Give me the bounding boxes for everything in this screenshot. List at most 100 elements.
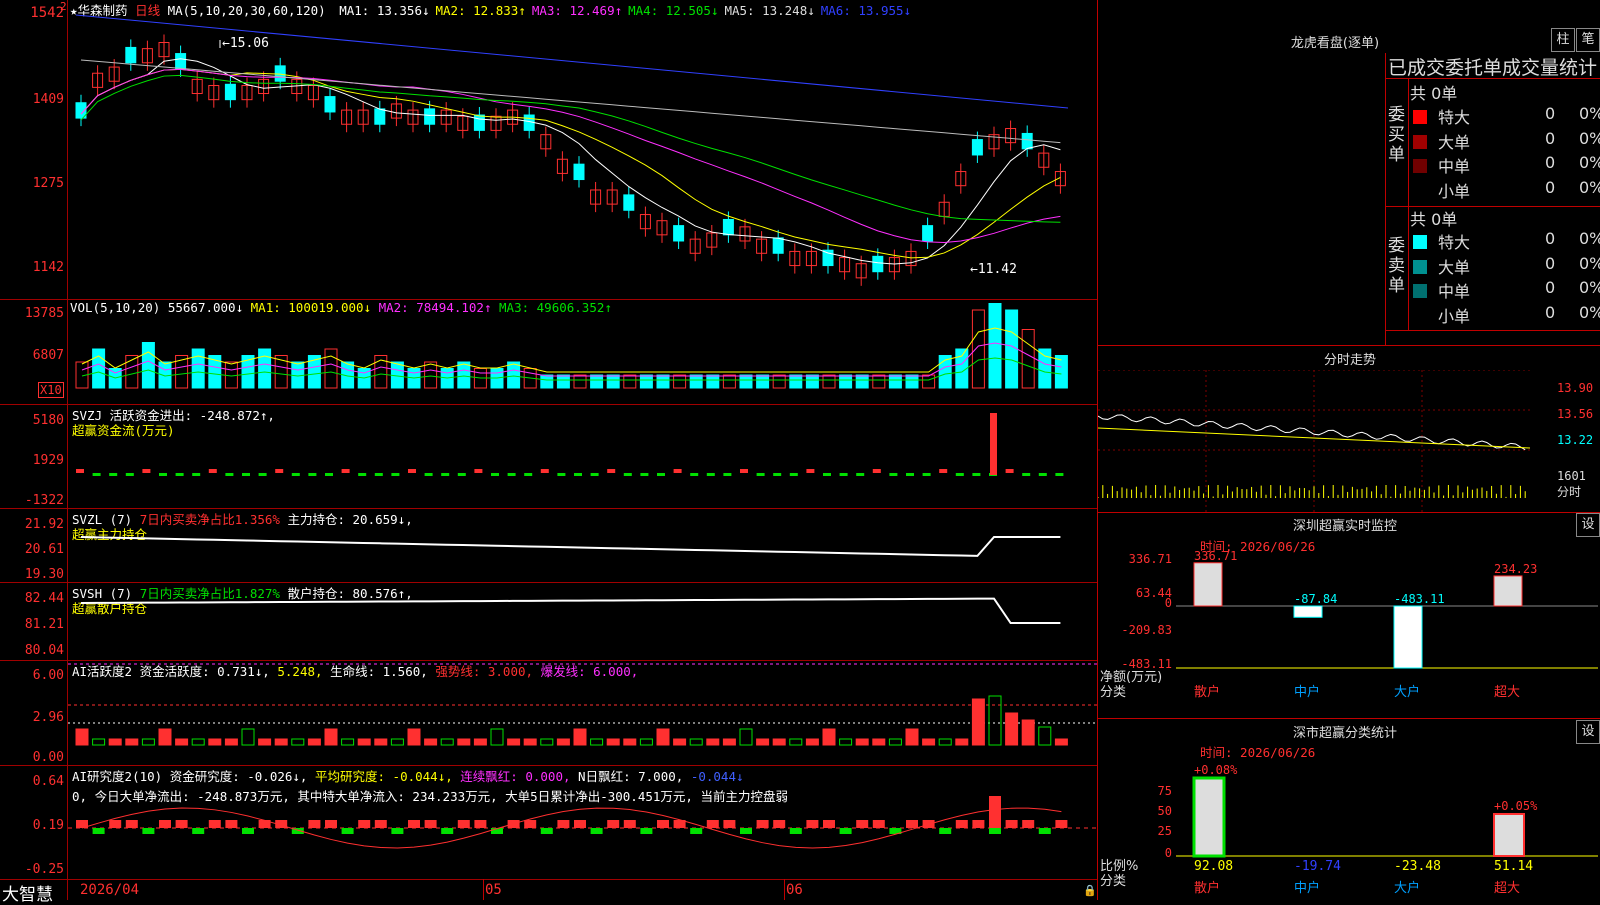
volume-bar [722,374,736,389]
intraday-chart[interactable]: 13.90 13.56 13.22 1601 分时 [1098,370,1600,512]
flow-bar [474,469,483,473]
flow-bar [623,473,632,476]
activity-bar [855,738,869,746]
svzl-chart[interactable] [68,509,1097,582]
volume-bar [258,348,272,389]
order-count: 0 [1545,153,1556,172]
volume-bar [1005,309,1019,389]
sz-value: -483.11 [1394,592,1445,606]
sc-pct: +0.08% [1194,763,1238,777]
y-tick: 6807 [32,348,64,363]
legend-swatch [1413,159,1427,173]
flow-bar [690,473,699,476]
flow-bar [275,469,284,473]
research-bar [640,828,653,834]
flow-bar [557,473,566,476]
activity-bar [805,738,819,746]
order-percent: 0% [1579,153,1600,172]
svzj-chart[interactable] [68,405,1097,508]
flow-bar [723,473,732,476]
y-tick: 1542 [30,5,64,21]
ai-activity-chart[interactable] [68,661,1097,765]
flow-bar [441,473,450,476]
flow-bar [607,469,616,473]
research-bar [723,820,736,828]
sc-axis-label: 比例% [1100,859,1138,874]
flow-bar [574,473,582,476]
date-divider [483,879,484,900]
order-size-label: 特大 [1438,108,1471,127]
lock-icon[interactable]: 🔒 [1083,884,1097,897]
flow-bar [922,473,931,476]
divider [1408,78,1409,330]
svsh-chart[interactable] [68,583,1097,660]
low-price-label: ←11.42 [970,262,1017,277]
activity-bar [689,738,703,746]
y-tick: 80.04 [24,643,64,658]
activity-bar [457,738,471,746]
volume-bar [1054,355,1068,389]
activity-bar [905,728,919,746]
intraday-title: 分时走势 [1323,353,1376,368]
research-bar [225,820,238,828]
research-bar [756,820,769,828]
flow-bar [1022,473,1031,476]
order-count: 0 [1545,177,1556,197]
activity-bar [241,728,255,746]
date-label: 2026/04 [80,882,140,898]
candle [573,163,585,181]
column-view-button[interactable]: 柱 [1551,28,1575,52]
sc-stats-chart[interactable]: 75 50 25 0 +0.08% +0.05% 92.08 散户 -19.74 中户 -23.48… [1098,756,1600,900]
research-bar [823,820,835,828]
flow-bar [308,473,317,476]
order-count: 0 [1545,104,1556,123]
research-bar [1022,820,1035,828]
research-bar [1005,820,1018,828]
flow-bar [92,473,101,476]
research-bar [856,820,869,828]
volume-bar [872,374,886,389]
sz-monitor-chart[interactable]: 336.7163.440-209.83-483.11336.71散户-87.84… [1098,550,1600,720]
activity-bar [307,738,321,746]
volume-chart[interactable] [68,300,1097,404]
order-count: 0 [1545,229,1556,248]
flow-bar [806,469,815,473]
buy-total: 共 0单 [1410,84,1458,103]
legend-swatch [1413,308,1427,323]
sz-category: 超大 [1494,685,1520,700]
activity-bar [208,738,222,746]
tick-view-button[interactable]: 笔 [1576,28,1600,52]
legend-swatch [1413,110,1427,124]
high-price-label: ←15.06 [222,36,269,51]
activity-bar [1054,738,1068,746]
sc-settings-button[interactable]: 设 [1576,720,1600,744]
activity-bar [639,738,653,746]
volume-bar [822,374,836,389]
flow-bar [457,473,466,476]
sc-value: 51.14 [1494,859,1533,874]
candle [772,237,784,254]
research-bar [623,820,636,828]
dragon-title: 龙虎看盘(逐单) [1290,36,1380,51]
order-percent: 0% [1579,253,1600,273]
intraday-tick: 分时 [1557,485,1581,499]
flow-bar [159,473,167,476]
activity-bar [407,728,421,746]
intraday-tick: 1601 [1557,469,1586,483]
candle [424,108,436,125]
flow-bar [789,473,798,476]
y-tick: 1409 [32,92,64,107]
flow-bar [109,473,118,476]
sz-settings-button[interactable]: 设 [1576,513,1600,537]
vol-ma1-line [81,327,1062,373]
order-percent: 0% [1579,229,1600,248]
activity-bar [1005,712,1019,746]
research-bar [773,820,786,828]
research-bar [424,820,437,828]
flow-bar [540,469,549,473]
research-bar [325,820,337,828]
date-label: 06 [786,882,803,898]
sz-tick: 0 [1165,596,1172,610]
y-tick: 81.21 [24,617,64,632]
ai-research-chart[interactable] [68,766,1097,879]
